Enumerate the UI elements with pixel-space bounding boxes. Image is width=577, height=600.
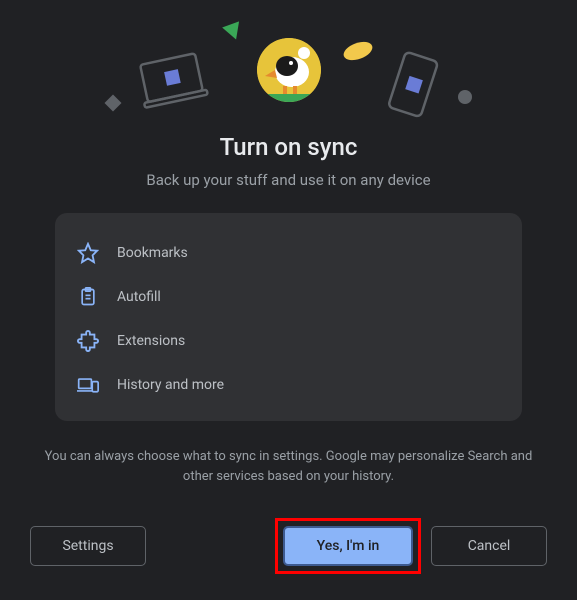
clipboard-icon	[77, 286, 99, 308]
footnote-text: You can always choose what to sync in se…	[40, 447, 537, 486]
sync-item-label: History and more	[117, 377, 224, 393]
dialog-subtitle: Back up your stuff and use it on any dev…	[0, 171, 577, 189]
cancel-button[interactable]: Cancel	[431, 526, 547, 566]
primary-highlight: Yes, I'm in	[275, 518, 421, 574]
laptop-icon	[130, 50, 220, 110]
star-icon	[77, 242, 99, 264]
diamond-decoration	[102, 92, 124, 114]
sync-item-extensions: Extensions	[77, 319, 500, 363]
triangle-decoration	[222, 20, 244, 42]
profile-avatar	[257, 38, 321, 102]
hero-illustration	[0, 0, 577, 115]
devices-icon	[77, 374, 99, 396]
sync-item-label: Bookmarks	[117, 245, 188, 261]
circle-decoration	[456, 88, 474, 106]
puzzle-icon	[77, 330, 99, 352]
pill-decoration	[340, 40, 376, 62]
sync-item-label: Extensions	[117, 333, 185, 349]
sync-item-bookmarks: Bookmarks	[77, 231, 500, 275]
sync-item-history: History and more	[77, 363, 500, 407]
sync-features-card: Bookmarks Autofill Extensions	[55, 213, 522, 421]
dialog-actions: Settings Yes, I'm in Cancel	[0, 518, 577, 574]
phone-icon	[380, 50, 450, 130]
sync-item-label: Autofill	[117, 289, 161, 305]
settings-button[interactable]: Settings	[30, 526, 146, 566]
confirm-button[interactable]: Yes, I'm in	[283, 526, 413, 566]
dialog-title: Turn on sync	[0, 133, 577, 161]
sync-item-autofill: Autofill	[77, 275, 500, 319]
